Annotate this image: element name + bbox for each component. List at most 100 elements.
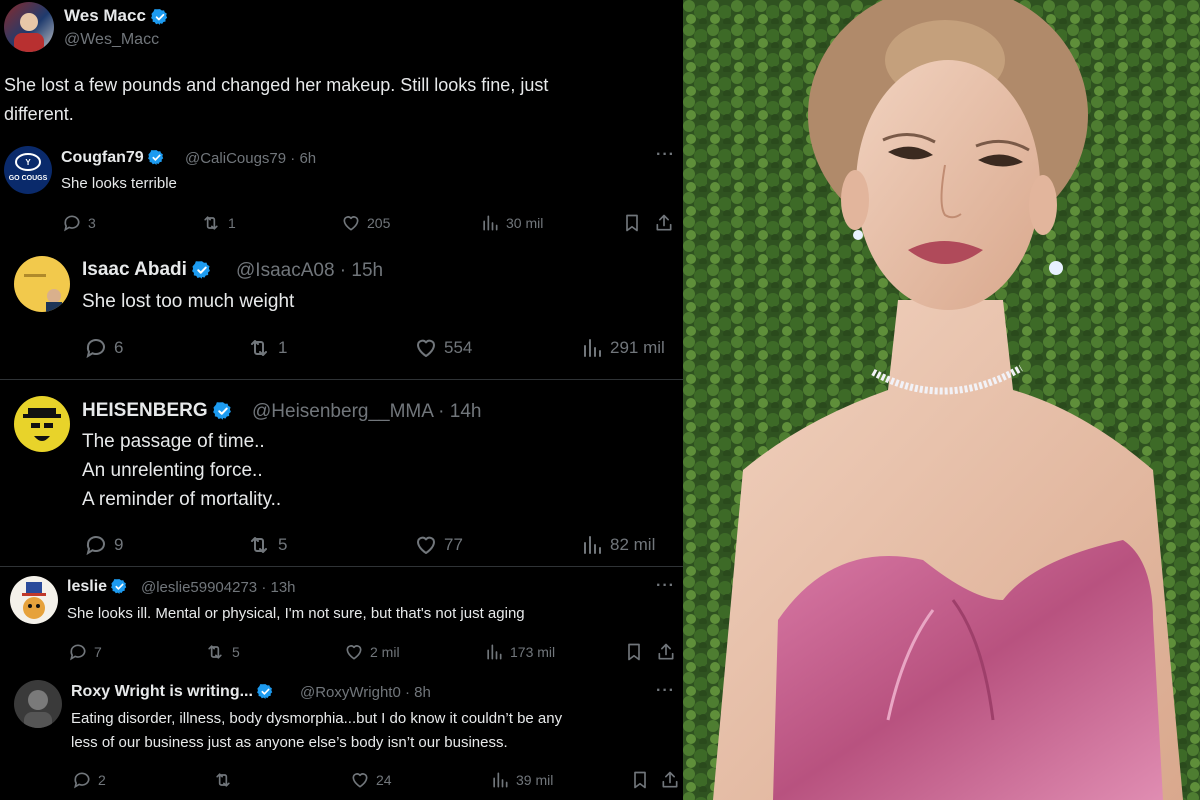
- reply-cougfan79[interactable]: Y GO COUGS Cougfan79 @CaliCougs79 · 6h ·…: [0, 138, 683, 248]
- reply-icon: [72, 770, 92, 790]
- repost-count[interactable]: 1: [246, 336, 287, 360]
- reply-meta[interactable]: @CaliCougs79 · 6h: [185, 150, 316, 167]
- author-name[interactable]: Isaac Abadi: [82, 259, 212, 281]
- repost-icon: [200, 213, 222, 233]
- like-icon: [414, 336, 438, 360]
- bookmark-button[interactable]: [622, 213, 648, 233]
- verified-badge-icon: [151, 8, 169, 26]
- post-text-line-1: She lost a few pounds and changed her ma…: [4, 75, 549, 95]
- repost-count[interactable]: 1: [200, 213, 236, 233]
- reply-icon: [84, 336, 108, 360]
- share-icon: [656, 642, 676, 662]
- bookmark-button[interactable]: [624, 642, 650, 662]
- views-icon: [490, 770, 510, 790]
- more-icon[interactable]: ···: [656, 146, 675, 164]
- avatar-caption: GO COUGS: [8, 175, 48, 182]
- reply-count[interactable]: 3: [62, 213, 96, 233]
- repost-icon: [246, 336, 272, 360]
- view-count[interactable]: 39 mil: [490, 770, 553, 790]
- reply-meta[interactable]: @leslie59904273 · 13h: [141, 579, 296, 596]
- post-text-line-2: different.: [4, 104, 74, 124]
- celebrity-photo: [683, 0, 1200, 800]
- reply-text-line-1: Eating disorder, illness, body dysmorphi…: [71, 710, 563, 727]
- verified-badge-icon: [148, 149, 165, 166]
- reply-count[interactable]: 6: [84, 336, 123, 360]
- verified-badge-icon: [111, 578, 128, 595]
- author-name[interactable]: leslie: [67, 578, 128, 596]
- share-button[interactable]: [660, 770, 683, 790]
- more-icon[interactable]: ···: [656, 682, 675, 700]
- share-button[interactable]: [654, 213, 680, 233]
- like-count[interactable]: 2 mil: [344, 642, 400, 662]
- reply-count[interactable]: 2: [72, 770, 106, 790]
- author-name[interactable]: Cougfan79: [61, 149, 165, 167]
- avatar-photo-icon: [24, 274, 62, 312]
- repost-icon: [204, 642, 226, 662]
- like-icon: [341, 213, 361, 233]
- view-count[interactable]: 173 mil: [484, 642, 555, 662]
- like-count[interactable]: 24: [350, 770, 392, 790]
- heisenberg-sketch-icon: [23, 408, 61, 441]
- like-icon: [344, 642, 364, 662]
- uncle-sam-cartoon-icon: [22, 582, 46, 619]
- svg-text:Y: Y: [25, 158, 31, 167]
- avatar-photo-icon: [14, 13, 44, 52]
- reply-meta[interactable]: @RoxyWright0 · 8h: [300, 684, 431, 701]
- view-count[interactable]: 82 mil: [580, 533, 655, 557]
- view-count[interactable]: 30 mil: [480, 213, 543, 233]
- reply-heisenberg[interactable]: HEISENBERG @Heisenberg__MMA · 14h The pa…: [0, 384, 683, 564]
- reply-count[interactable]: 9: [84, 533, 123, 557]
- like-count[interactable]: 554: [414, 336, 472, 360]
- reply-icon: [84, 533, 108, 557]
- like-count[interactable]: 205: [341, 213, 390, 233]
- repost-count[interactable]: 5: [204, 642, 240, 662]
- repost-count[interactable]: 5: [246, 533, 287, 557]
- reply-text-line-3: A reminder of mortality..: [82, 489, 282, 510]
- avatar-isaac-abadi[interactable]: [14, 256, 70, 312]
- repost-icon: [246, 533, 272, 557]
- reply-leslie[interactable]: leslie @leslie59904273 · 13h ··· She loo…: [0, 568, 683, 668]
- reply-text-line-1: The passage of time..: [82, 431, 265, 452]
- author-handle[interactable]: @Wes_Macc: [64, 31, 159, 49]
- bookmark-button[interactable]: [630, 770, 656, 790]
- more-icon[interactable]: ···: [656, 577, 675, 595]
- author-name[interactable]: Roxy Wright is writing...: [71, 683, 274, 701]
- share-button[interactable]: [656, 642, 682, 662]
- bookmark-icon: [630, 770, 650, 790]
- author-name[interactable]: HEISENBERG: [82, 400, 233, 422]
- original-post[interactable]: Wes Macc @Wes_Macc She lost a few pounds…: [0, 0, 683, 135]
- verified-badge-icon: [192, 260, 212, 280]
- reply-count[interactable]: 7: [68, 642, 102, 662]
- portrait-illustration: [683, 0, 1200, 800]
- views-icon: [480, 213, 500, 233]
- like-count[interactable]: 77: [414, 533, 463, 557]
- like-icon: [414, 533, 438, 557]
- reply-text: She looks terrible: [61, 175, 177, 192]
- reply-icon: [62, 213, 82, 233]
- bookmark-icon: [624, 642, 644, 662]
- avatar-cougfan79[interactable]: Y GO COUGS: [4, 146, 52, 194]
- divider: [0, 566, 683, 567]
- reply-text-line-2: less of our business just as anyone else…: [71, 734, 508, 751]
- like-icon: [350, 770, 370, 790]
- repost-count[interactable]: [212, 770, 240, 790]
- views-icon: [580, 336, 604, 360]
- byu-logo-icon: Y: [15, 153, 41, 171]
- reply-meta[interactable]: @Heisenberg__MMA · 14h: [252, 401, 481, 423]
- avatar-wes-macc[interactable]: [4, 2, 54, 52]
- avatar-leslie[interactable]: [10, 576, 58, 624]
- reply-roxy-wright[interactable]: Roxy Wright is writing... @RoxyWright0 ·…: [0, 668, 683, 800]
- reply-isaac-abadi[interactable]: Isaac Abadi @IsaacA08 · 15h She lost too…: [0, 250, 683, 378]
- avatar-roxy-wright[interactable]: [14, 680, 62, 728]
- bookmark-icon: [622, 213, 642, 233]
- reply-meta[interactable]: @IsaacA08 · 15h: [236, 260, 383, 282]
- reply-text-line-2: An unrelenting force..: [82, 460, 263, 481]
- reply-text: She looks ill. Mental or physical, I'm n…: [67, 605, 525, 622]
- share-icon: [654, 213, 674, 233]
- author-name[interactable]: Wes Macc: [64, 6, 169, 26]
- verified-badge-icon: [213, 401, 233, 421]
- view-count[interactable]: 291 mil: [580, 336, 665, 360]
- reply-icon: [68, 642, 88, 662]
- avatar-heisenberg[interactable]: [14, 396, 70, 452]
- avatar-photo-icon: [24, 690, 52, 728]
